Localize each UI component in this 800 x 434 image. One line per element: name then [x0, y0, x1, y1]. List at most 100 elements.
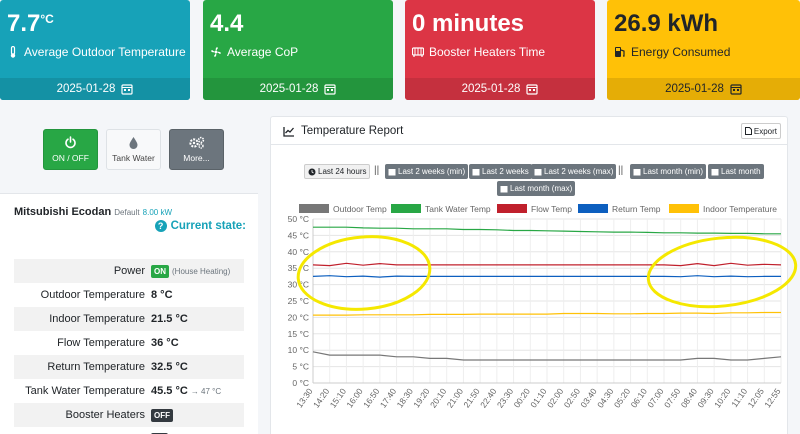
kpi-date: 2025-01-28: [0, 78, 190, 100]
kpi-card-energy: 26.9 kWh Energy Consumed 2025-01-28: [607, 0, 800, 100]
range-last-2-weeks-min[interactable]: Last 2 weeks (min): [385, 164, 469, 179]
kpi-label: Booster Heaters Time: [429, 45, 546, 59]
range-last-month[interactable]: Last month: [708, 164, 764, 179]
device-subtitle: Default: [114, 208, 140, 217]
x-tick-label: 14:20: [311, 386, 332, 409]
current-state-heading: ? Current state:: [154, 220, 246, 232]
state-row-indoor: Indoor Temperature 21.5 °C: [14, 307, 244, 331]
range-separator: ||: [618, 165, 624, 176]
status-badge: OFF: [151, 408, 173, 422]
kpi-card-outdoor-temp: 7.7°C Average Outdoor Temperature 2025-0…: [0, 0, 190, 100]
range-last-2-weeks-max[interactable]: Last 2 weeks (max): [531, 164, 617, 179]
kpi-value: 26.9 kWh: [614, 10, 719, 37]
range-separator: ||: [374, 165, 380, 176]
calendar-icon: [388, 168, 396, 175]
legend-swatch: [299, 204, 329, 213]
legend-swatch: [578, 204, 608, 213]
kpi-value: 0 minutes: [412, 10, 525, 37]
calendar-icon: [472, 168, 480, 175]
calendar-icon: [633, 168, 641, 175]
more-button[interactable]: More...: [169, 129, 224, 170]
range-last-month-max[interactable]: Last month (max): [497, 181, 576, 196]
x-tick-label: 06:10: [629, 386, 650, 409]
calendar-icon: [500, 185, 508, 192]
on-off-button[interactable]: ON / OFF: [43, 129, 98, 170]
x-tick-label: 21:50: [461, 386, 482, 409]
legend-label: Indoor Temperature: [703, 204, 777, 214]
y-tick-label: 10 °C: [288, 345, 309, 355]
x-tick-label: 21:00: [445, 386, 466, 409]
state-row-defrost: Defrost: [14, 427, 244, 434]
water-drop-icon: [129, 137, 138, 149]
x-tick-label: 04:30: [595, 386, 616, 409]
range-last-month-min[interactable]: Last month (min): [630, 164, 707, 179]
x-tick-label: 07:50: [662, 386, 683, 409]
tank-water-label: Tank Water: [112, 153, 155, 163]
y-tick-label: 50 °C: [288, 214, 309, 224]
legend-swatch: [669, 204, 699, 213]
kpi-label: Average CoP: [227, 45, 299, 59]
legend-swatch: [497, 204, 527, 213]
x-tick-label: 13:30: [294, 386, 315, 409]
status-badge: ON: [151, 264, 169, 278]
calendar-icon: [711, 168, 719, 175]
clock-icon: [308, 168, 316, 175]
x-tick-label: 07:00: [645, 386, 666, 409]
power-icon: [65, 136, 76, 149]
x-tick-label: 10:20: [712, 386, 733, 409]
question-circle-icon[interactable]: ?: [154, 220, 167, 232]
x-tick-label: 16:00: [344, 386, 365, 409]
state-row-tank: Tank Water Temperature 45.5 °C → 47 °C: [25, 385, 222, 397]
legend-label: Tank Water Temp: [425, 204, 491, 214]
x-tick-label: 00:20: [512, 386, 533, 409]
calendar-icon[interactable]: [121, 83, 134, 95]
y-tick-label: 15 °C: [288, 329, 309, 339]
x-tick-label: 02:50: [562, 386, 583, 409]
calendar-icon[interactable]: [324, 83, 337, 95]
state-row-flow: Flow Temperature 36 °C: [57, 337, 179, 349]
kpi-card-cop: 4.4 Average CoP 2025-01-28: [203, 0, 393, 100]
kpi-date: 2025-01-28: [203, 78, 393, 100]
state-row-booster: Booster Heaters OFF: [14, 403, 244, 427]
legend-label: Flow Temp: [531, 204, 572, 214]
x-tick-label: 11:10: [729, 386, 749, 409]
y-tick-label: 5 °C: [292, 362, 309, 372]
device-panel: Mitsubishi Ecodan Default 8.00 kW ? Curr…: [0, 193, 258, 434]
x-tick-label: 01:10: [528, 386, 549, 409]
range-last-2-weeks[interactable]: Last 2 weeks: [469, 164, 532, 179]
kpi-card-booster-time: 0 minutes Booster Heaters Time 2025-01-2…: [405, 0, 595, 100]
state-row-return: Return Temperature 32.5 °C: [14, 355, 244, 379]
y-tick-label: 20 °C: [288, 312, 309, 322]
state-row-power: Power ON (House Heating): [14, 259, 244, 283]
x-tick-label: 17:40: [378, 386, 399, 409]
x-tick-label: 22:40: [478, 386, 499, 409]
legend-label: Outdoor Temp: [333, 204, 387, 214]
fuel-icon: [615, 47, 625, 57]
temperature-report-card: Temperature Report Export Last 24 hours …: [270, 116, 788, 434]
x-tick-label: 12:55: [762, 386, 783, 409]
range-last-24-hours[interactable]: Last 24 hours: [304, 164, 371, 179]
x-tick-label: 20:10: [428, 386, 449, 409]
x-tick-label: 09:30: [695, 386, 716, 409]
tank-water-button[interactable]: Tank Water: [106, 129, 161, 170]
file-icon: [744, 127, 752, 135]
x-tick-label: 12:05: [746, 386, 767, 409]
y-tick-label: 25 °C: [288, 296, 309, 306]
kpi-date: 2025-01-28: [607, 78, 800, 100]
calendar-icon[interactable]: [730, 83, 742, 95]
line-chart-icon: [283, 126, 294, 137]
calendar-icon[interactable]: [526, 83, 539, 95]
temperature-chart: Outdoor Temp Tank Water Temp Flow Temp Retu…: [288, 204, 783, 410]
y-tick-label: 45 °C: [288, 230, 309, 240]
heater-icon: [412, 47, 424, 57]
kpi-label: Energy Consumed: [631, 45, 731, 59]
x-tick-label: 05:20: [612, 386, 633, 409]
kpi-date: 2025-01-28: [405, 78, 595, 100]
y-tick-label: 30 °C: [288, 280, 309, 290]
x-tick-label: 08:40: [679, 386, 700, 409]
export-button[interactable]: Export: [740, 123, 781, 139]
x-tick-label: 02:00: [545, 386, 566, 409]
y-tick-label: 35 °C: [288, 263, 309, 273]
y-tick-label: 40 °C: [288, 247, 309, 257]
device-name: Mitsubishi Ecodan Default 8.00 kW: [14, 206, 173, 218]
